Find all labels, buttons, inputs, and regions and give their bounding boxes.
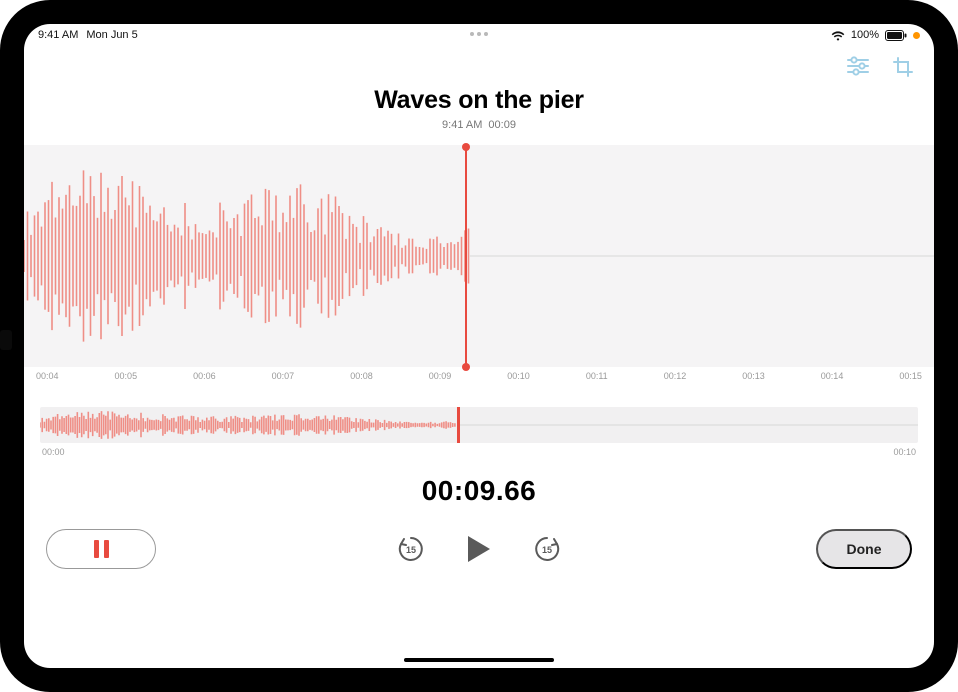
recording-title[interactable]: Waves on the pier (24, 86, 934, 115)
ruler-tick: 00:09 (429, 371, 452, 387)
top-toolbar (846, 56, 914, 83)
ruler-tick: 00:15 (899, 371, 922, 387)
skip-back-15-button[interactable]: 15 (396, 534, 426, 564)
ruler-tick: 00:04 (36, 371, 59, 387)
ruler-tick: 00:11 (586, 371, 608, 387)
ruler-tick: 00:14 (821, 371, 844, 387)
ruler-tick: 00:07 (272, 371, 295, 387)
pause-record-button[interactable] (46, 529, 156, 569)
recording-subtitle: 9:41 AM 00:09 (24, 119, 934, 131)
transport-controls: 15 15 Done (24, 521, 934, 577)
skip-back-value: 15 (396, 534, 426, 564)
playback-options-button[interactable] (846, 56, 870, 83)
status-date: Mon Jun 5 (86, 29, 137, 41)
status-time: 9:41 AM (38, 29, 78, 41)
recording-duration: 00:09 (488, 119, 516, 131)
recording-header: Waves on the pier 9:41 AM 00:09 (24, 86, 934, 131)
overview-playhead[interactable] (457, 407, 460, 443)
time-ruler: 00:04 00:05 00:06 00:07 00:08 00:09 00:10 00:11… (24, 367, 934, 387)
ruler-tick: 00:06 (193, 371, 216, 387)
battery-percent: 100% (851, 29, 879, 41)
recording-time: 9:41 AM (442, 119, 482, 131)
done-button[interactable]: Done (816, 529, 912, 569)
play-button[interactable] (466, 534, 492, 564)
ruler-tick: 00:13 (742, 371, 765, 387)
ruler-tick: 00:05 (115, 371, 138, 387)
status-bar: 9:41 AM Mon Jun 5 100% (24, 24, 934, 46)
pause-icon (94, 540, 109, 558)
screen: 9:41 AM Mon Jun 5 100% (24, 24, 934, 668)
ruler-tick: 00:12 (664, 371, 687, 387)
device-side-button (0, 330, 12, 350)
elapsed-counter: 00:09.66 (24, 475, 934, 507)
battery-icon (885, 30, 907, 41)
multitask-dots[interactable] (470, 32, 488, 36)
overview-start-label: 00:00 (42, 447, 65, 457)
skip-forward-15-button[interactable]: 15 (532, 534, 562, 564)
waveform-detail-graphic (24, 145, 934, 367)
skip-fwd-value: 15 (532, 534, 562, 564)
home-indicator[interactable] (404, 658, 554, 662)
trim-button[interactable] (892, 56, 914, 83)
recording-indicator-dot (913, 32, 920, 39)
overview-end-label: 00:10 (893, 447, 916, 457)
ruler-tick: 00:08 (350, 371, 373, 387)
wifi-icon (831, 30, 845, 41)
ipad-device-frame: 9:41 AM Mon Jun 5 100% (0, 0, 958, 692)
waveform-overview[interactable] (40, 407, 918, 443)
waveform-detail[interactable] (24, 145, 934, 367)
waveform-overview-graphic (40, 407, 918, 443)
ruler-tick: 00:10 (507, 371, 530, 387)
